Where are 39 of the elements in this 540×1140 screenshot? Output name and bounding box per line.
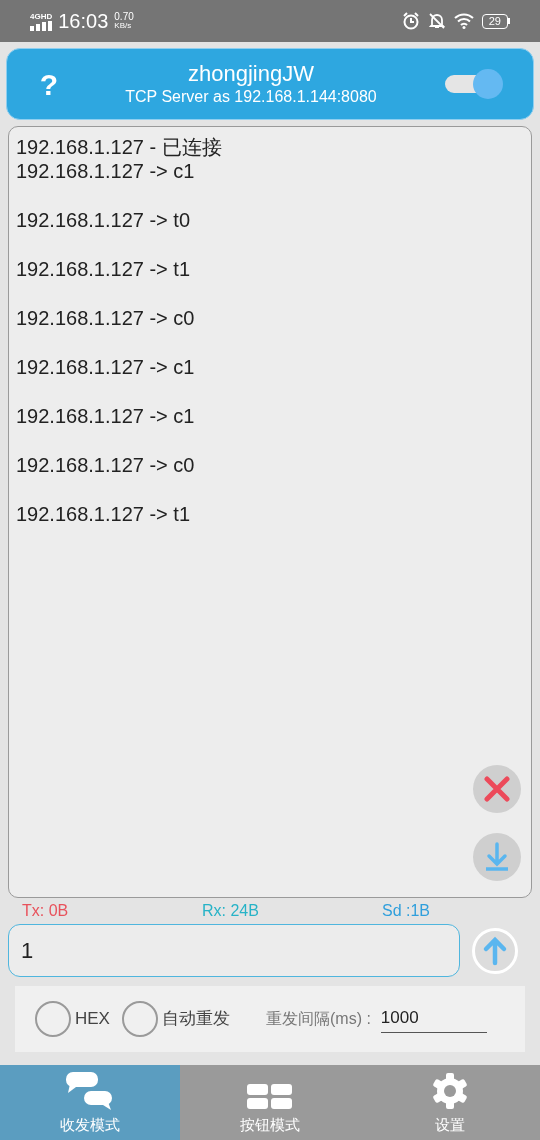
clear-button[interactable] [473,765,521,813]
tab-button[interactable]: 设置 [360,1065,540,1140]
wifi-icon [453,13,474,29]
clock-time: 16:03 [58,9,109,34]
interval-label: 重发间隔(ms) : [265,1009,371,1029]
log-line: 192.168.1.127 -> t0 [16,208,192,232]
radio-button[interactable] [121,1001,158,1037]
log-line: 192.168.1.127 -> c0 [16,306,196,330]
log-line: 192.168.1.127 -> c1 [16,404,196,428]
rx-counter: Rx: 24B [202,901,260,921]
log-line: 192.168.1.127 -> t1 [16,502,192,526]
sent-counter: Sd :1B [382,901,431,921]
log-line: 192.168.1.127 -> c0 [16,453,196,477]
help-button[interactable]: ? [37,61,61,107]
alarm-icon [401,12,420,30]
tab-button[interactable]: 收发模式 [0,1065,180,1140]
log-line: 192.168.1.127 -> c1 [16,159,196,183]
send-input-field[interactable]: 1 [8,924,460,977]
server-address: TCP Server as 192.168.1.144:8080 [125,87,377,107]
option-label: HEX [75,1008,110,1031]
log-line: 192.168.1.127 - 已连接 [16,135,223,159]
grid-icon [247,1084,293,1110]
log-line: 192.168.1.127 -> t1 [16,257,192,281]
app-title: zhongjingJW [188,61,314,87]
settings-icon [431,1072,469,1110]
chat-bubbles-icon [66,1072,114,1110]
save-button[interactable] [473,833,521,881]
tx-counter: Tx: 0B [22,901,70,921]
network-type: 4GHD [30,11,53,21]
speed-value: 0.70 [114,12,134,21]
option-label: 自动重发 [161,1008,230,1031]
tab-button[interactable]: 按钮模式 [180,1065,360,1140]
muted-bell-icon [427,12,446,30]
speed-unit: KB/s [114,21,133,30]
radio-button[interactable] [35,1001,71,1037]
log-line: 192.168.1.127 -> c1 [16,355,196,379]
send-button[interactable] [472,927,518,974]
interval-input-field[interactable]: 1000 [380,1004,487,1034]
signal-icon [30,20,52,31]
